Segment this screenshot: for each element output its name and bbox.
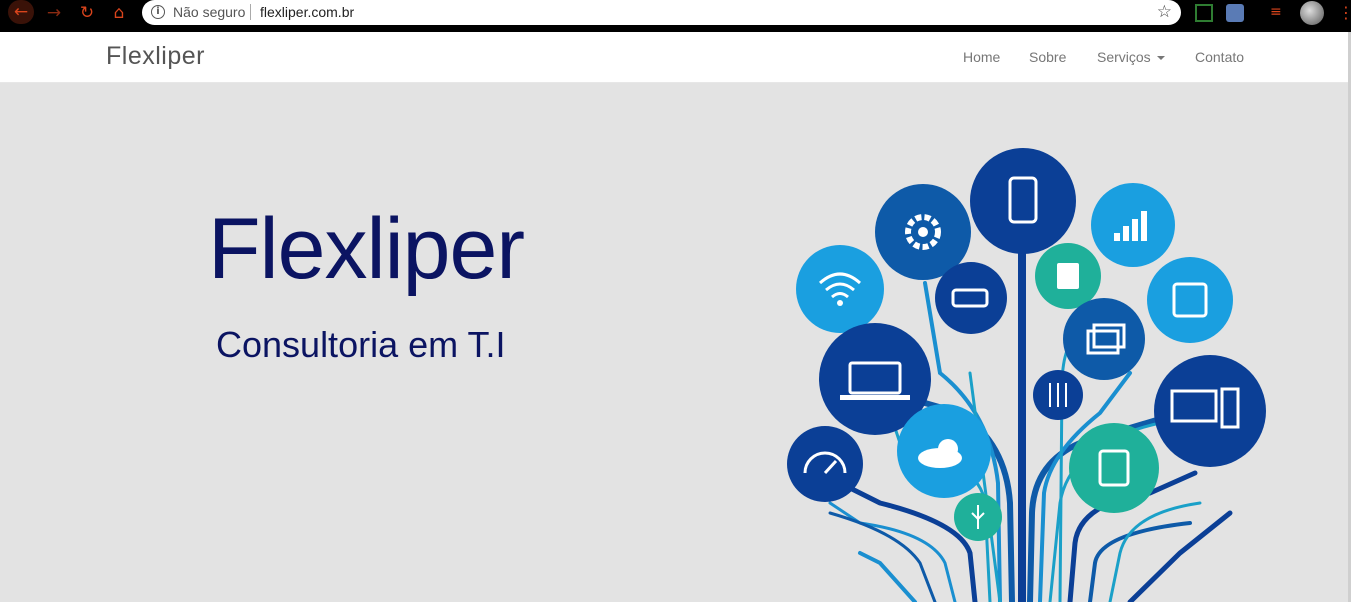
forward-arrow-icon[interactable]: → [42, 3, 66, 23]
home-icon[interactable]: ⌂ [107, 3, 131, 23]
reload-icon[interactable]: ↻ [75, 3, 99, 23]
tablet-icon [1069, 423, 1159, 513]
technology-tree-illustration [787, 148, 1266, 602]
caret-down-icon [1156, 56, 1165, 61]
nav-servicos-dropdown[interactable]: Serviços [1097, 49, 1165, 65]
signal-bars-icon [1091, 183, 1175, 267]
site-navbar: Flexliper Home Sobre Serviços Contato [0, 32, 1351, 83]
sd-card-icon [1035, 243, 1101, 309]
reading-list-icon[interactable]: ≡ [1270, 4, 1288, 22]
extension-icon[interactable] [1226, 4, 1244, 22]
battery-icon [935, 262, 1007, 334]
nav-sobre-link[interactable]: Sobre [1029, 49, 1066, 65]
speedometer-icon [787, 426, 863, 502]
profile-avatar[interactable] [1300, 1, 1324, 25]
cloud-icon [897, 404, 991, 498]
address-bar[interactable]: i Não seguro flexliper.com.br ☆ [142, 0, 1181, 25]
usb-icon [954, 493, 1002, 541]
chip-icon [1147, 257, 1233, 343]
navbar-brand[interactable]: Flexliper [106, 42, 205, 71]
desktop-computer-icon [1154, 355, 1266, 467]
info-icon[interactable]: i [151, 5, 165, 19]
menu-icon[interactable]: ⋮ [1338, 3, 1351, 22]
back-arrow-icon[interactable]: ← [8, 0, 34, 24]
smartphone-icon [970, 148, 1076, 254]
wifi-icon [796, 245, 884, 333]
url-separator [250, 4, 251, 20]
security-label: Não seguro [173, 4, 246, 20]
browser-toolbar: ← → ↻ ⌂ i Não seguro flexliper.com.br ☆ … [0, 0, 1351, 32]
nav-contato-link[interactable]: Contato [1195, 49, 1244, 65]
hero-banner: Flexliper Consultoria em T.I [0, 83, 1351, 602]
url-text[interactable]: flexliper.com.br [260, 4, 354, 20]
screenshot-extension-icon[interactable] [1195, 4, 1213, 22]
sliders-icon [1033, 370, 1083, 420]
nav-home-link[interactable]: Home [963, 49, 1000, 65]
windows-icon [1063, 298, 1145, 380]
nav-servicos-label: Serviços [1097, 49, 1151, 65]
star-icon[interactable]: ☆ [1157, 2, 1172, 22]
